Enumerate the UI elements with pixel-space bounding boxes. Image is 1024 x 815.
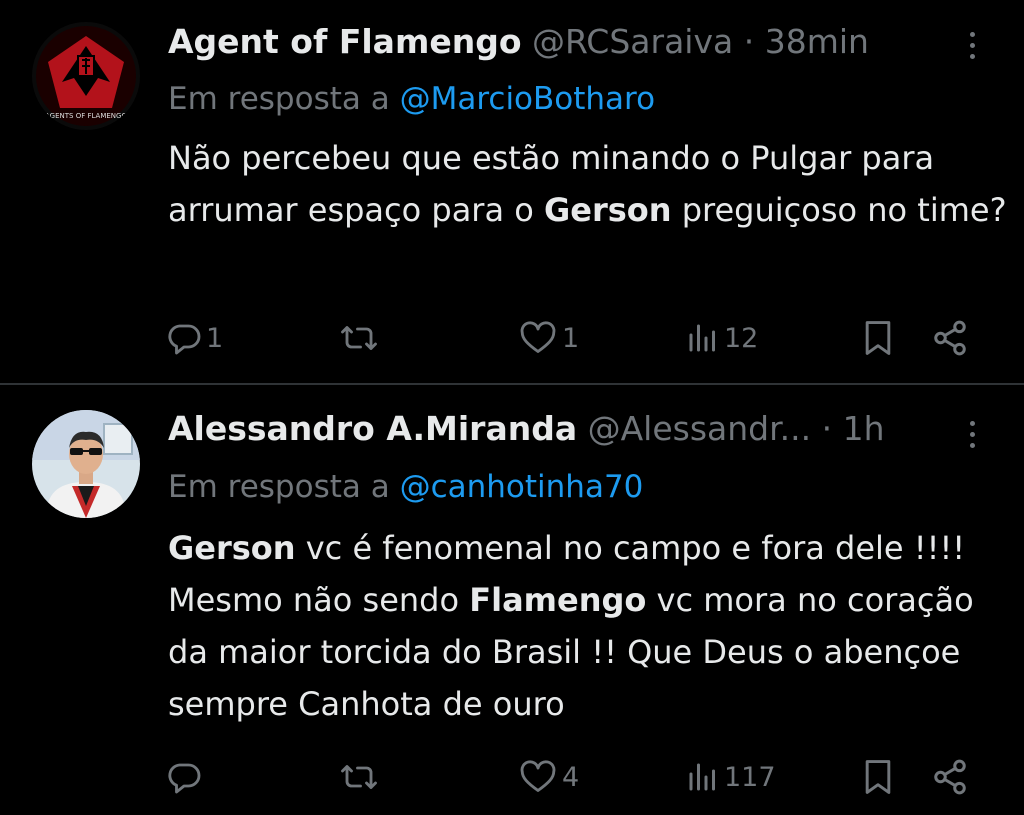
reply-icon — [168, 324, 201, 355]
reply-count: 1 — [206, 322, 224, 354]
text-run-bold: Gerson — [543, 191, 672, 229]
like-button[interactable]: 4 — [518, 757, 579, 797]
share-button[interactable] — [930, 318, 970, 358]
avatar[interactable] — [32, 410, 140, 518]
user-handle[interactable]: @Alessandr... — [588, 409, 812, 448]
like-button[interactable]: 1 — [518, 318, 579, 358]
more-icon[interactable] — [968, 421, 978, 454]
reply-context: Em resposta a @MarcioBotharo — [168, 78, 655, 120]
user-handle[interactable]: @RCSaraiva — [532, 22, 733, 61]
text-run-bold: Flamengo — [469, 581, 647, 619]
text-run: preguiçoso no time? — [671, 191, 1007, 229]
tweet-header: Alessandro A.Miranda @Alessandr... · 1h — [168, 407, 964, 451]
views-icon — [689, 324, 715, 352]
reply-prefix: Em resposta a — [168, 469, 390, 505]
tweet-text: Gerson vc é fenomenal no campo e fora de… — [168, 522, 1008, 730]
tweet-header: Agent of Flamengo @RCSaraiva · 38min — [168, 20, 964, 64]
tweet[interactable]: AGENTS OF FLAMENGO Agent of Flamengo @RC… — [0, 0, 1024, 384]
reply-prefix: Em resposta a — [168, 81, 390, 117]
bookmark-button[interactable] — [861, 757, 895, 797]
reply-mention-link[interactable]: @canhotinha70 — [400, 469, 644, 505]
bookmark-button[interactable] — [861, 318, 895, 358]
bookmark-icon — [865, 760, 891, 794]
retweet-button[interactable] — [339, 757, 383, 797]
views-icon — [689, 763, 715, 791]
avatar-logo-text: AGENTS OF FLAMENGO — [45, 112, 127, 120]
retweet-icon — [341, 765, 377, 789]
timestamp[interactable]: · 38min — [744, 22, 869, 61]
action-bar: 4 117 — [0, 757, 1024, 797]
share-icon — [934, 759, 966, 795]
share-icon — [934, 320, 966, 356]
retweet-icon — [341, 326, 377, 350]
tweet-text: Não percebeu que estão minando o Pulgar … — [168, 132, 1008, 236]
reply-icon — [168, 763, 201, 794]
display-name[interactable]: Alessandro A.Miranda — [168, 409, 577, 448]
reply-button[interactable]: 1 — [166, 318, 223, 358]
like-count: 4 — [562, 761, 580, 793]
like-count: 1 — [562, 322, 580, 354]
action-bar: 1 1 12 — [0, 318, 1024, 358]
display-name[interactable]: Agent of Flamengo — [168, 22, 522, 61]
reply-context: Em resposta a @canhotinha70 — [168, 466, 643, 508]
views-button[interactable]: 117 — [686, 757, 776, 797]
retweet-button[interactable] — [339, 318, 383, 358]
reply-button[interactable] — [166, 757, 206, 797]
timestamp[interactable]: · 1h — [822, 409, 885, 448]
text-run-bold: Gerson — [168, 529, 296, 567]
reply-mention-link[interactable]: @MarcioBotharo — [400, 81, 656, 117]
share-button[interactable] — [930, 757, 970, 797]
views-count: 117 — [724, 761, 776, 793]
views-count: 12 — [724, 322, 759, 354]
heart-icon — [520, 321, 556, 353]
bookmark-icon — [865, 321, 891, 355]
avatar[interactable]: AGENTS OF FLAMENGO — [32, 22, 140, 130]
views-button[interactable]: 12 — [686, 318, 758, 358]
more-icon[interactable] — [968, 32, 978, 65]
tweet[interactable]: Alessandro A.Miranda @Alessandr... · 1h … — [0, 385, 1024, 815]
heart-icon — [520, 760, 556, 792]
